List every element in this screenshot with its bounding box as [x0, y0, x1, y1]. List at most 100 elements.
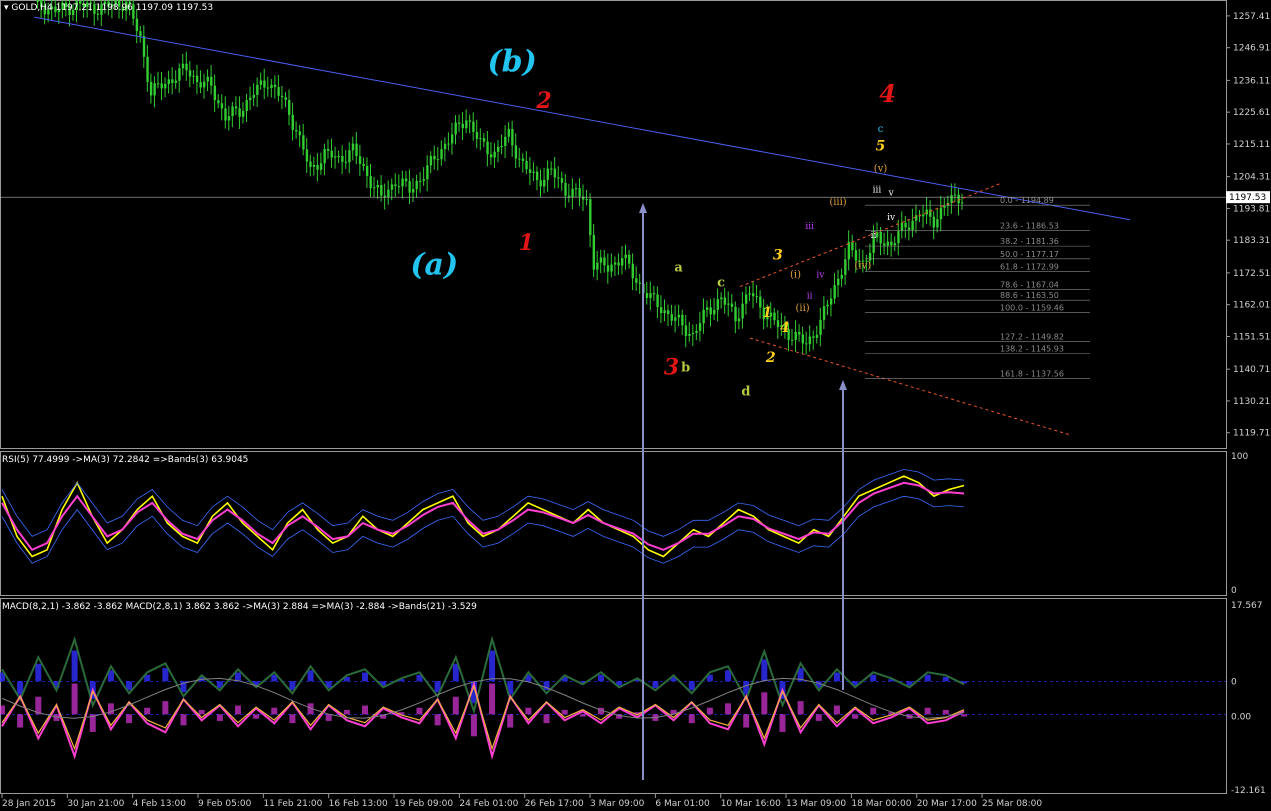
candle-body	[227, 116, 231, 121]
wave-label: (v)	[874, 164, 888, 175]
candle-body	[681, 314, 684, 326]
candle-body	[479, 138, 482, 140]
candle-body	[840, 274, 843, 279]
candle-body	[139, 31, 142, 37]
time-tick-label: 28 Jan 2015	[2, 799, 56, 809]
candle-body	[589, 199, 592, 236]
candle-body	[334, 156, 337, 158]
wave-label: 5	[876, 138, 886, 154]
macd-histogram-bar-upper	[71, 650, 78, 682]
macd-histogram-bar-lower	[688, 714, 695, 724]
candle-body	[504, 136, 507, 146]
candle-body	[550, 168, 553, 170]
candle-body	[578, 188, 581, 197]
price-tick-label: 1183.31	[1233, 236, 1270, 246]
candle-body	[695, 330, 698, 333]
candle-body	[904, 222, 907, 228]
price-tick-label: 1193.81	[1233, 204, 1270, 214]
candle-body	[833, 285, 836, 299]
candle-body	[174, 80, 178, 83]
fib-level-label: 38.2 - 1181.36	[1000, 237, 1059, 246]
candle-body	[794, 331, 797, 340]
candle-body	[667, 310, 670, 315]
time-tick-label: 19 Feb 09:00	[394, 799, 453, 809]
candle-body	[309, 161, 312, 167]
candle-body	[153, 83, 156, 96]
wave-label: c	[717, 276, 725, 291]
candle-body	[645, 293, 649, 298]
macd-histogram-bar-lower	[71, 683, 78, 715]
candle-body	[702, 309, 705, 324]
candle-body	[826, 304, 829, 307]
vertical-arrow-head	[639, 203, 647, 213]
candle-body	[805, 343, 808, 345]
candle-body	[543, 179, 546, 187]
candle-body	[142, 36, 146, 57]
rsi-pane: 100 0	[0, 451, 1248, 596]
macd-histogram-bar-upper	[833, 672, 840, 682]
wave-label: (a)	[410, 247, 458, 282]
candle-body	[178, 68, 181, 81]
candle-body	[252, 94, 256, 98]
gold-h4-chart[interactable]: 1257.41 1246.91 1236.11 1225.61 1215.11 1204.…	[0, 0, 1271, 811]
candle-body	[376, 185, 379, 188]
candle-body	[844, 259, 847, 275]
candle-body	[656, 294, 659, 308]
wave-label: (b)	[487, 45, 536, 80]
macd-histogram-bar-lower	[779, 714, 786, 732]
macd-histogram-bar-lower	[489, 683, 496, 715]
price-tick-label: 1204.31	[1233, 173, 1270, 183]
macd-histogram-bar-lower	[525, 707, 532, 715]
candle-body	[135, 18, 139, 32]
wave-label: (iv)	[854, 260, 871, 271]
candle-body	[659, 307, 663, 314]
macd-histogram-bar-lower	[289, 714, 296, 724]
candle-body	[734, 306, 737, 322]
wave-label: b	[681, 360, 690, 375]
candle-body	[234, 106, 238, 109]
candle-body	[879, 232, 882, 244]
wave-label: v	[888, 189, 895, 199]
candle-body	[886, 241, 890, 246]
macd-histogram-bar-upper	[489, 650, 496, 682]
wave-label: 1	[519, 230, 534, 256]
candle-body	[518, 158, 521, 160]
fib-level-label: 88.6 - 1163.50	[1000, 291, 1059, 300]
candle-body	[241, 111, 245, 117]
rsi-tick-label: 0	[1231, 586, 1237, 596]
candle-body	[535, 171, 539, 181]
macd-histogram-bar-lower	[416, 707, 423, 715]
wave-label: a	[674, 260, 683, 275]
wave-label: iv	[816, 270, 825, 280]
fib-level-label: 127.2 - 1149.82	[1000, 333, 1064, 342]
candle-body	[507, 129, 511, 137]
candle-body	[355, 143, 358, 157]
current-price-label: 1197.53	[1229, 193, 1266, 203]
macd-histogram-bar-lower	[561, 709, 568, 715]
candle-body	[256, 84, 259, 95]
candle-body	[592, 235, 596, 270]
macd-histogram-bar-upper	[942, 676, 949, 682]
candle-body	[305, 149, 309, 162]
macd-tick-label: 0.00	[1231, 712, 1251, 722]
candle-body	[472, 121, 475, 132]
macd-histogram-bar-lower	[543, 714, 550, 724]
candle-body	[716, 299, 720, 310]
price-tick-label: 1130.21	[1233, 397, 1270, 407]
candle-body	[620, 258, 624, 266]
candle-body	[525, 160, 528, 170]
candle-body	[532, 171, 535, 173]
wave-label: 2	[535, 88, 551, 114]
candle-body	[674, 317, 677, 321]
candle-body	[440, 149, 443, 160]
candle-body	[829, 298, 833, 305]
candle-body	[465, 120, 468, 129]
candle-body	[837, 278, 840, 286]
price-tick-label: 1225.61	[1233, 108, 1270, 118]
macd-histogram-bar-lower	[0, 705, 5, 715]
candle-body	[759, 296, 762, 308]
candle-body	[514, 145, 518, 159]
candle-body	[603, 257, 606, 266]
time-tick-label: 18 Mar 00:00	[851, 799, 911, 809]
time-tick-label: 3 Mar 09:00	[590, 799, 645, 809]
